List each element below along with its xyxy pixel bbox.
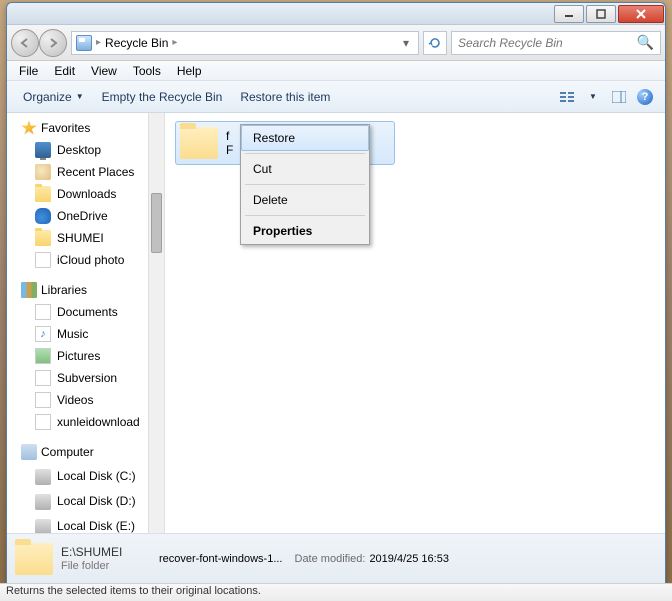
folder-icon xyxy=(15,543,53,575)
sidebar-item-documents[interactable]: Documents xyxy=(7,301,164,323)
drive-icon xyxy=(35,494,51,510)
menu-edit[interactable]: Edit xyxy=(46,62,83,80)
maximize-button[interactable] xyxy=(586,5,616,23)
restore-item-button[interactable]: Restore this item xyxy=(232,86,338,108)
drive-icon xyxy=(35,519,51,533)
view-options-button[interactable] xyxy=(555,86,579,108)
desktop-icon xyxy=(35,142,51,158)
help-icon: ? xyxy=(637,89,653,105)
sidebar-item-xunlei[interactable]: xunleidownload xyxy=(7,411,164,433)
sidebar-scrollbar[interactable] xyxy=(148,113,164,533)
nav-row: ▸ Recycle Bin ▸ ▾ 🔍 xyxy=(7,25,665,61)
sidebar-item-icloud[interactable]: iCloud photo xyxy=(7,249,164,271)
chevron-right-icon[interactable]: ▸ xyxy=(172,37,177,48)
menu-help[interactable]: Help xyxy=(169,62,210,80)
file-item-selected[interactable]: f F Restore Cut Delete Properties xyxy=(175,121,395,165)
recycle-bin-icon xyxy=(76,35,92,51)
download-icon xyxy=(35,414,51,430)
refresh-button[interactable] xyxy=(423,31,447,55)
view-dropdown-button[interactable]: ▼ xyxy=(581,86,605,108)
documents-icon xyxy=(35,304,51,320)
details-date-value: 2019/4/25 16:53 xyxy=(369,552,449,566)
sidebar-item-shumei[interactable]: SHUMEI xyxy=(7,227,164,249)
sidebar-item-downloads[interactable]: Downloads xyxy=(7,183,164,205)
subversion-icon xyxy=(35,370,51,386)
context-properties[interactable]: Properties xyxy=(241,218,369,244)
details-name: E:\SHUMEI xyxy=(61,545,151,559)
separator xyxy=(245,153,365,154)
details-date-label: Date modified: xyxy=(295,552,366,566)
sidebar-item-disk-d[interactable]: Local Disk (D:) xyxy=(7,488,164,513)
toolbar: Organize▼ Empty the Recycle Bin Restore … xyxy=(7,81,665,113)
separator xyxy=(245,184,365,185)
menu-file[interactable]: File xyxy=(11,62,46,80)
explorer-window: ▸ Recycle Bin ▸ ▾ 🔍 File Edit View Tools… xyxy=(6,2,666,584)
breadcrumb[interactable]: ▸ Recycle Bin ▸ ▾ xyxy=(71,31,419,55)
sidebar-item-subversion[interactable]: Subversion xyxy=(7,367,164,389)
star-icon xyxy=(21,120,37,136)
details-type: File folder xyxy=(61,559,151,573)
blank-icon xyxy=(35,252,51,268)
context-restore[interactable]: Restore xyxy=(241,125,369,151)
context-delete[interactable]: Delete xyxy=(241,187,369,213)
sidebar-item-desktop[interactable]: Desktop xyxy=(7,139,164,161)
breadcrumb-text[interactable]: Recycle Bin xyxy=(105,36,168,50)
libraries-icon xyxy=(21,282,37,298)
close-button[interactable] xyxy=(618,5,664,23)
pictures-icon xyxy=(35,348,51,364)
sidebar-libraries-header[interactable]: Libraries xyxy=(7,279,164,301)
status-text: Returns the selected items to their orig… xyxy=(6,585,261,597)
sidebar-item-music[interactable]: ♪Music xyxy=(7,323,164,345)
sidebar-item-videos[interactable]: Videos xyxy=(7,389,164,411)
search-icon[interactable]: 🔍 xyxy=(637,34,654,51)
back-button[interactable] xyxy=(11,29,39,57)
breadcrumb-dropdown[interactable]: ▾ xyxy=(398,36,414,50)
details-extra-name: recover-font-windows-1... xyxy=(159,552,283,566)
sidebar: Favorites Desktop Recent Places Download… xyxy=(7,113,165,533)
sidebar-favorites-header[interactable]: Favorites xyxy=(7,117,164,139)
help-button[interactable]: ? xyxy=(633,86,657,108)
menubar: File Edit View Tools Help xyxy=(7,61,665,81)
menu-view[interactable]: View xyxy=(83,62,125,80)
content-pane[interactable]: f F Restore Cut Delete Properties xyxy=(165,113,665,533)
sidebar-item-disk-e[interactable]: Local Disk (E:) xyxy=(7,513,164,533)
context-cut[interactable]: Cut xyxy=(241,156,369,182)
context-menu: Restore Cut Delete Properties xyxy=(240,124,370,245)
folder-icon xyxy=(35,186,51,202)
sidebar-item-disk-c[interactable]: Local Disk (C:) xyxy=(7,463,164,488)
recent-icon xyxy=(35,164,51,180)
statusbar: Returns the selected items to their orig… xyxy=(0,583,672,601)
videos-icon xyxy=(35,392,51,408)
scrollbar-thumb[interactable] xyxy=(151,193,162,253)
chevron-right-icon: ▸ xyxy=(96,37,101,48)
sidebar-item-pictures[interactable]: Pictures xyxy=(7,345,164,367)
search-input[interactable] xyxy=(458,36,637,50)
search-box[interactable]: 🔍 xyxy=(451,31,661,55)
sidebar-item-onedrive[interactable]: OneDrive xyxy=(7,205,164,227)
onedrive-icon xyxy=(35,208,51,224)
computer-icon xyxy=(21,444,37,460)
empty-recycle-bin-button[interactable]: Empty the Recycle Bin xyxy=(94,86,231,108)
organize-button[interactable]: Organize▼ xyxy=(15,86,92,108)
forward-button[interactable] xyxy=(39,29,67,57)
titlebar xyxy=(7,3,665,25)
drive-icon xyxy=(35,469,51,485)
details-pane: E:\SHUMEI File folder recover-font-windo… xyxy=(7,533,665,583)
music-icon: ♪ xyxy=(35,326,51,342)
main-area: Favorites Desktop Recent Places Download… xyxy=(7,113,665,533)
sidebar-computer-header[interactable]: Computer xyxy=(7,441,164,463)
chevron-down-icon: ▼ xyxy=(76,92,84,101)
folder-icon xyxy=(35,230,51,246)
folder-icon xyxy=(180,127,218,159)
minimize-button[interactable] xyxy=(554,5,584,23)
preview-pane-button[interactable] xyxy=(607,86,631,108)
menu-tools[interactable]: Tools xyxy=(125,62,169,80)
separator xyxy=(245,215,365,216)
sidebar-item-recent[interactable]: Recent Places xyxy=(7,161,164,183)
